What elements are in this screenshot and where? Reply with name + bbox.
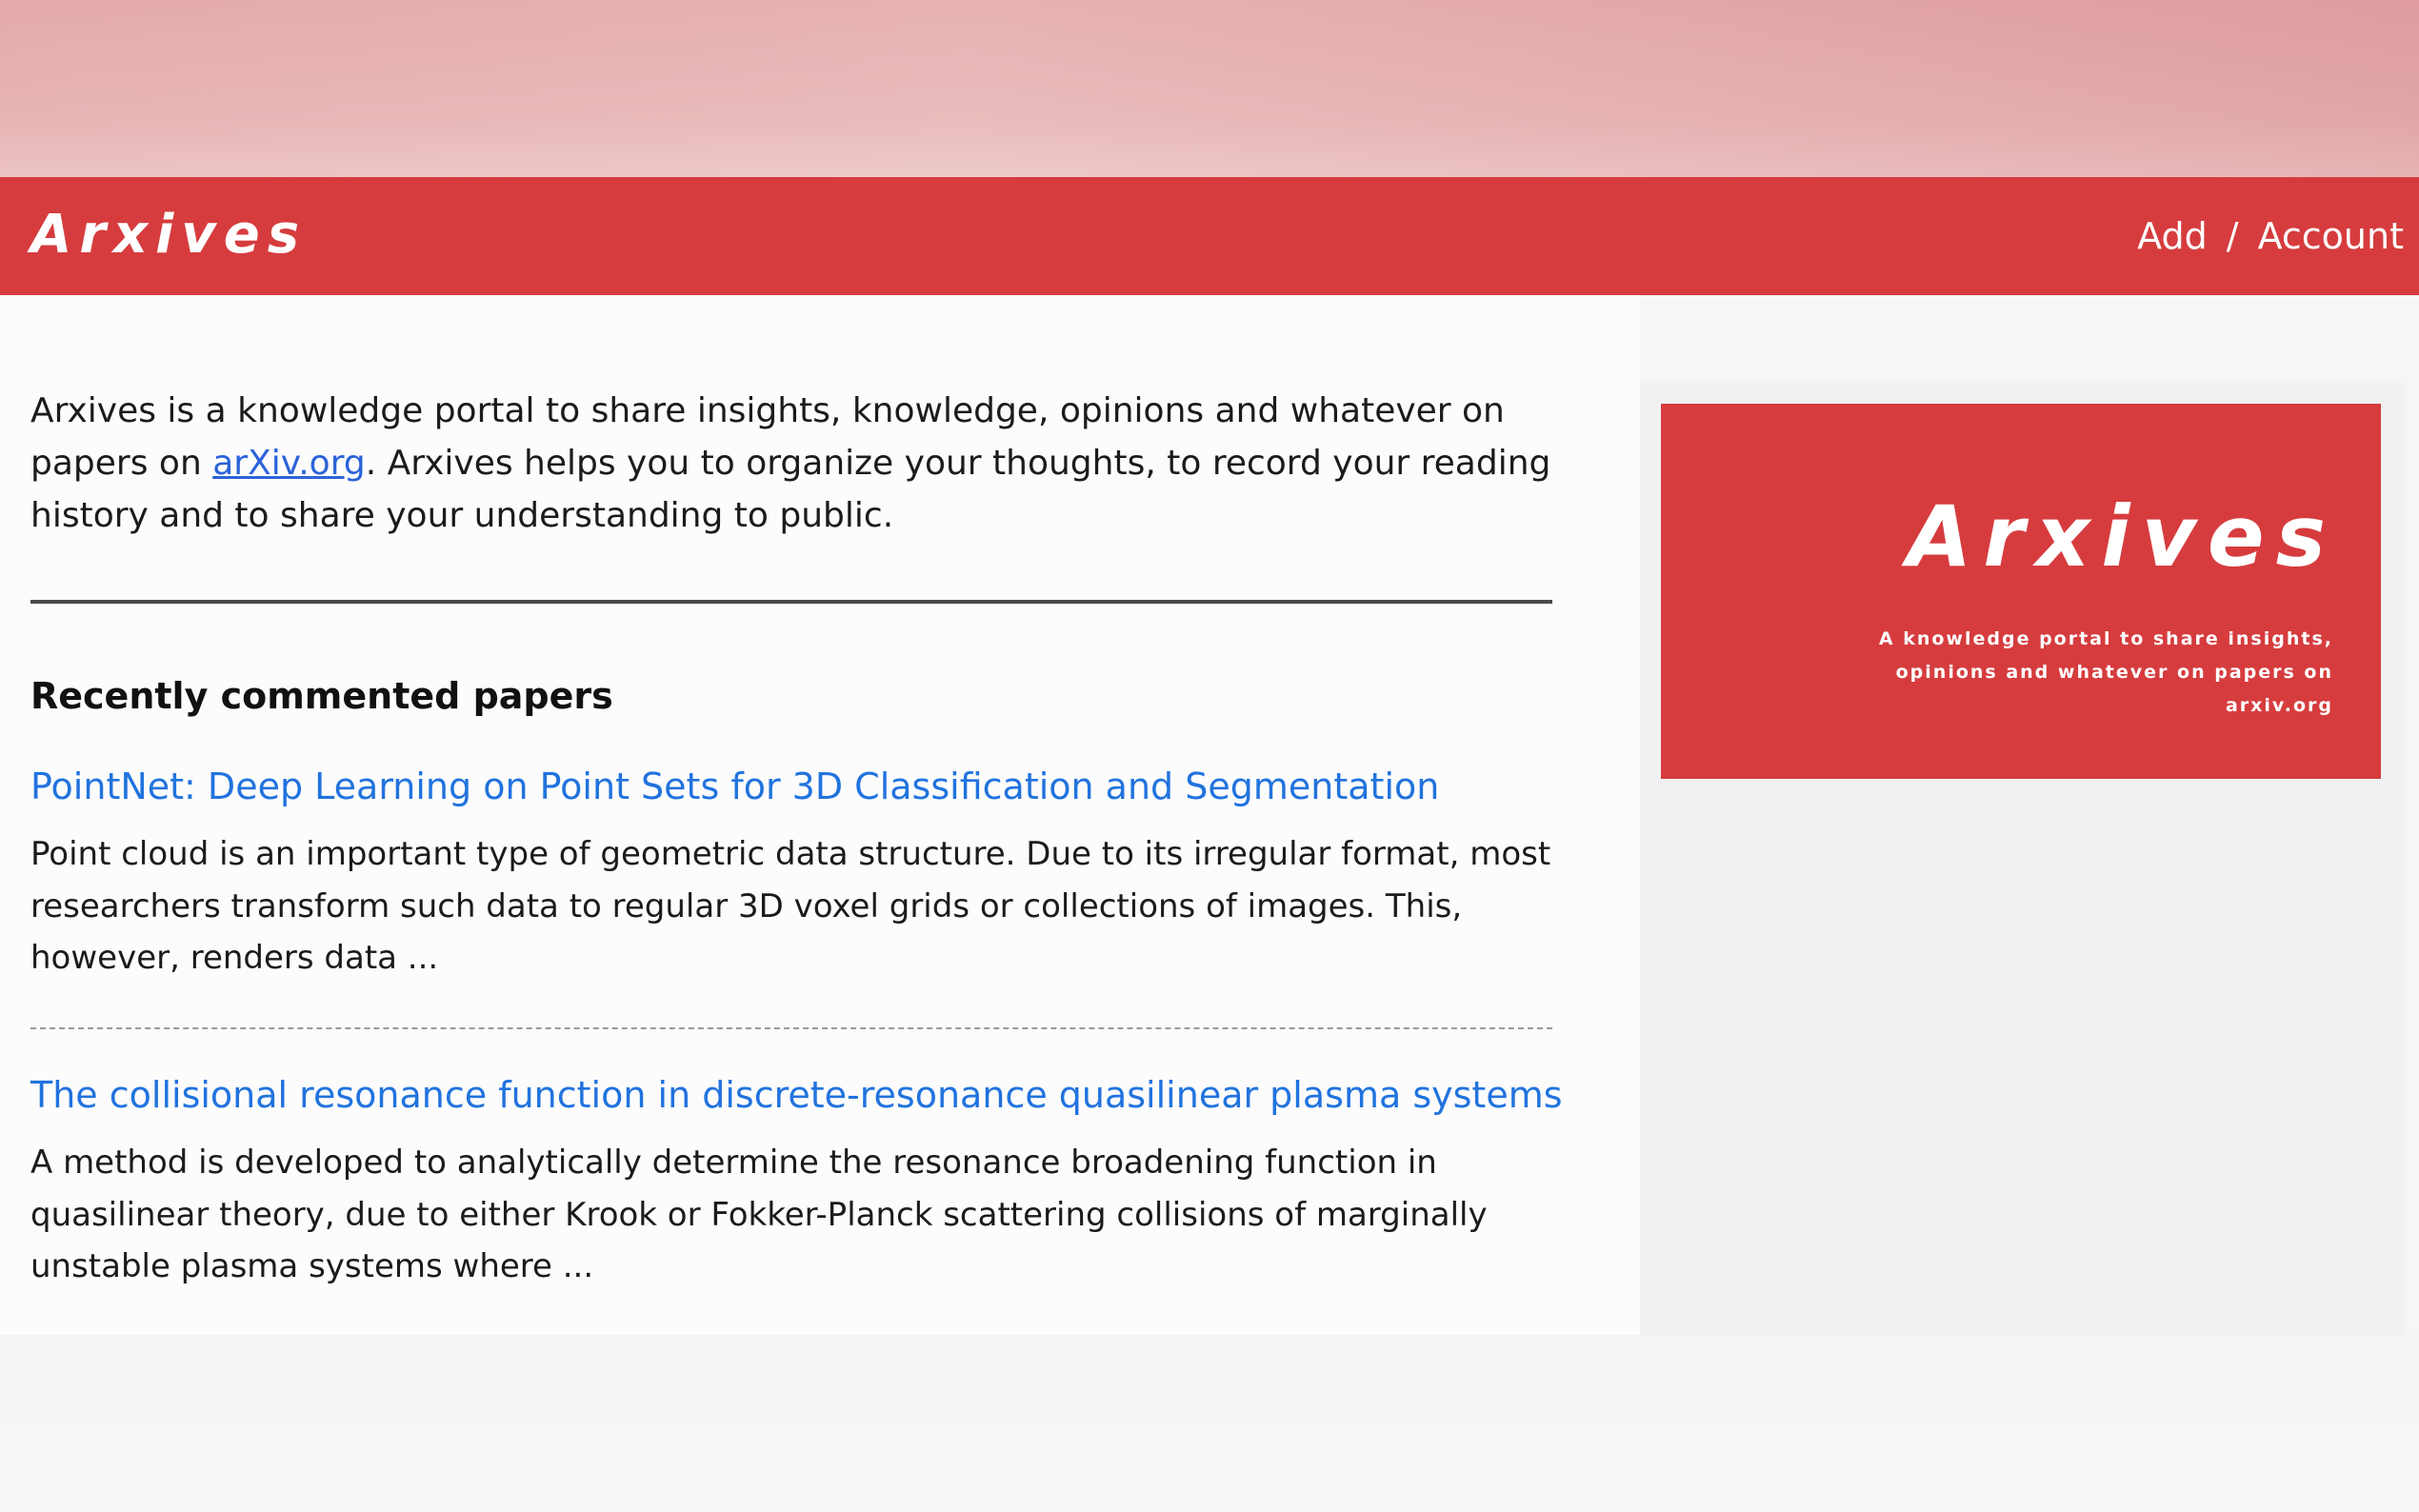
banner-shade	[0, 0, 2419, 177]
bottom-background	[0, 1335, 2419, 1512]
top-banner-background	[0, 0, 2419, 177]
intro-paragraph: Arxives is a knowledge portal to share i…	[30, 385, 1592, 542]
navbar: Arxives Add / Account	[0, 177, 2419, 295]
section-title: Recently commented papers	[30, 675, 613, 717]
paper-item: The collisional resonance function in di…	[30, 1068, 1563, 1293]
promo-card: Arxives A knowledge portal to share insi…	[1661, 404, 2381, 779]
arxiv-link[interactable]: arXiv.org	[212, 444, 366, 483]
brand-logo[interactable]: Arxives	[30, 202, 307, 269]
paper-title-link[interactable]: The collisional resonance function in di…	[30, 1068, 1563, 1122]
main-content: Arxives is a knowledge portal to share i…	[0, 295, 1640, 1335]
paper-item: PointNet: Deep Learning on Point Sets fo…	[30, 760, 1554, 985]
paper-separator	[30, 1027, 1552, 1029]
paper-title-link[interactable]: PointNet: Deep Learning on Point Sets fo…	[30, 760, 1554, 813]
nav-separator: /	[2226, 215, 2239, 257]
paper-abstract: A method is developed to analytically de…	[30, 1144, 1488, 1285]
promo-title: Arxives	[1907, 487, 2337, 586]
promo-tagline-line-2: opinions and whatever on papers on arxiv…	[1895, 662, 2333, 716]
promo-tagline: A knowledge portal to share insights, op…	[1800, 623, 2333, 723]
sidebar: Arxives A knowledge portal to share insi…	[1640, 383, 2404, 1335]
account-link[interactable]: Account	[2258, 209, 2404, 263]
nav-links: Add / Account	[2137, 209, 2404, 263]
promo-tagline-line-1: A knowledge portal to share insights,	[1878, 628, 2333, 649]
section-divider	[30, 600, 1552, 604]
paper-abstract: Point cloud is an important type of geom…	[30, 835, 1551, 977]
add-link[interactable]: Add	[2137, 209, 2208, 263]
